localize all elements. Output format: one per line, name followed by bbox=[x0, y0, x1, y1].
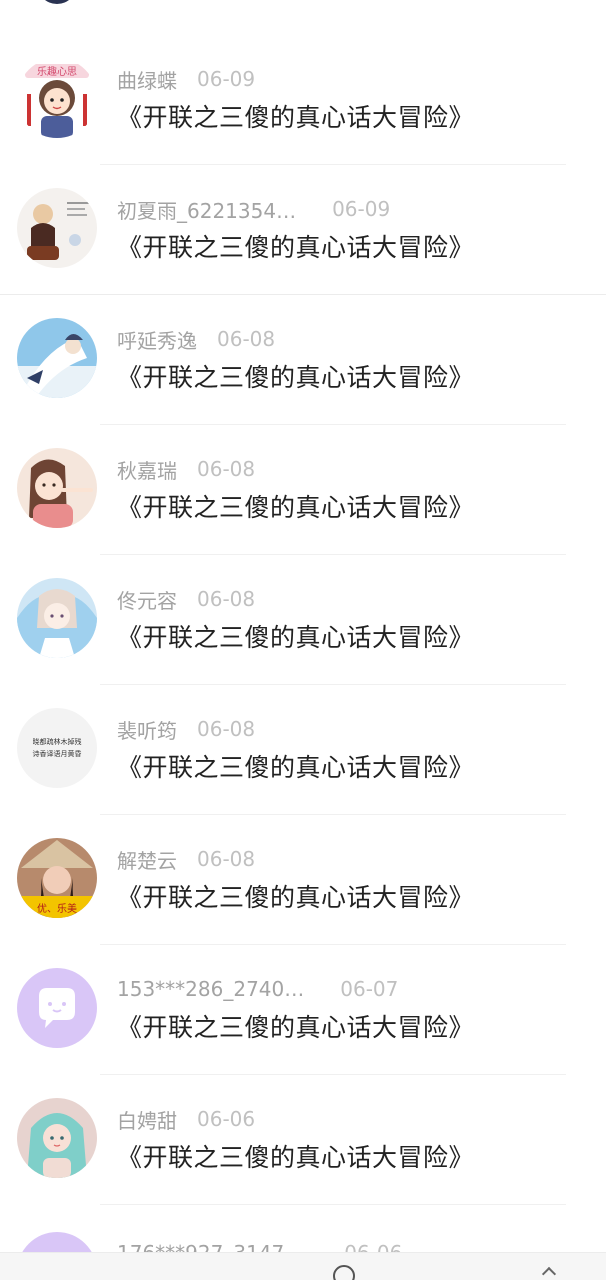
book-title: 《开联之三傻的真心话大冒险》 bbox=[117, 103, 475, 132]
item-meta: 佟元容 06-08 bbox=[117, 584, 255, 614]
post-date: 06-08 bbox=[197, 847, 256, 871]
list-item[interactable]: 153***286_2740… 06-07 《开联之三傻的真心话大冒险》 bbox=[0, 944, 606, 1074]
item-meta: 176***927_3147 06-06 bbox=[117, 1238, 402, 1252]
text-calligraphy-avatar[interactable]: 晓都疏林木掉残 诗香译语月黄昏 bbox=[17, 708, 97, 788]
chevron-up-icon[interactable] bbox=[541, 1266, 557, 1280]
divider bbox=[100, 944, 566, 945]
book-title: 《开联之三傻的真心话大冒险》 bbox=[117, 1143, 475, 1172]
item-meta: 曲绿蝶 06-09 bbox=[117, 64, 255, 94]
user-name: 佟元容 bbox=[117, 588, 177, 613]
photo-caption: 优、乐美 bbox=[37, 902, 77, 915]
user-name: 初夏雨_6221354… bbox=[117, 198, 297, 223]
anime-sky-avatar[interactable] bbox=[17, 318, 97, 398]
divider bbox=[0, 294, 606, 295]
bottom-toolbar bbox=[0, 1252, 606, 1280]
book-title: 《开联之三傻的真心话大冒险》 bbox=[117, 363, 475, 392]
post-date: 06-07 bbox=[340, 977, 399, 1001]
book-title: 《开联之三傻的真心话大冒险》 bbox=[117, 233, 475, 262]
user-name: 176***927_3147 bbox=[117, 1241, 284, 1252]
user-name: 解楚云 bbox=[117, 848, 177, 873]
list-item[interactable]: 佟元容 06-08 《开联之三傻的真心话大冒险》 bbox=[0, 554, 606, 684]
book-title: 《开联之三傻的真心话大冒险》 bbox=[117, 883, 475, 912]
list-item[interactable]: 秋嘉瑞 06-08 《开联之三傻的真心话大冒险》 bbox=[0, 424, 606, 554]
book-title: 《开联之三傻的真心话大冒险》 bbox=[117, 753, 475, 782]
item-meta: 初夏雨_6221354… 06-09 bbox=[117, 194, 390, 224]
post-date: 06-08 bbox=[197, 587, 256, 611]
divider bbox=[100, 164, 566, 165]
divider bbox=[100, 424, 566, 425]
list-item[interactable]: 白娉甜 06-06 《开联之三傻的真心话大冒险》 bbox=[0, 1074, 606, 1204]
item-meta: 153***286_2740… 06-07 bbox=[117, 974, 398, 1004]
user-name: 曲绿蝶 bbox=[117, 68, 177, 93]
post-date: 06-09 bbox=[332, 197, 391, 221]
cartoon-banner-text: 乐趣心思 bbox=[37, 65, 77, 78]
post-date: 06-08 bbox=[197, 717, 256, 741]
photo-girl-hat-avatar[interactable]: 优、乐美 bbox=[17, 838, 97, 918]
comment-list-screen: 乐趣心思 曲绿蝶 06-09 《开联之三傻的真心话大冒险》 初夏雨_622135… bbox=[0, 0, 606, 1280]
list-item[interactable]: 初夏雨_6221354… 06-09 《开联之三傻的真心话大冒险》 bbox=[0, 164, 606, 294]
previous-item-partial bbox=[0, 0, 606, 34]
item-meta: 秋嘉瑞 06-08 bbox=[117, 454, 255, 484]
user-name: 153***286_2740… bbox=[117, 977, 305, 1001]
divider bbox=[100, 1074, 566, 1075]
divider bbox=[100, 554, 566, 555]
list-item-partial[interactable]: 176***927_3147 06-06 bbox=[0, 1204, 606, 1252]
illustrated-girl-avatar[interactable] bbox=[17, 448, 97, 528]
green-hair-girl-avatar[interactable] bbox=[17, 1098, 97, 1178]
divider bbox=[100, 684, 566, 685]
monk-figurine-avatar[interactable] bbox=[17, 188, 97, 268]
book-title: 《开联之三傻的真心话大冒险》 bbox=[117, 1013, 475, 1042]
user-name: 呼延秀逸 bbox=[117, 328, 197, 353]
list-item[interactable]: 优、乐美 解楚云 06-08 《开联之三傻的真心话大冒险》 bbox=[0, 814, 606, 944]
user-name: 秋嘉瑞 bbox=[117, 458, 177, 483]
item-meta: 白娉甜 06-06 bbox=[117, 1104, 255, 1134]
user-name: 裴听筠 bbox=[117, 718, 177, 743]
anime-girl-blue-avatar[interactable] bbox=[17, 578, 97, 658]
divider bbox=[100, 1204, 566, 1205]
book-title: 《开联之三傻的真心话大冒险》 bbox=[117, 493, 475, 522]
post-date: 06-06 bbox=[197, 1107, 256, 1131]
item-meta: 呼延秀逸 06-08 bbox=[117, 324, 275, 354]
user-list: 乐趣心思 曲绿蝶 06-09 《开联之三傻的真心话大冒险》 初夏雨_622135… bbox=[0, 34, 606, 1204]
cartoon-girl-avatar[interactable]: 乐趣心思 bbox=[17, 58, 97, 138]
list-item[interactable]: 乐趣心思 曲绿蝶 06-09 《开联之三傻的真心话大冒险》 bbox=[0, 34, 606, 164]
calligraphy-line-1: 晓都疏林木掉残 bbox=[33, 737, 82, 746]
avatar bbox=[37, 0, 77, 4]
post-date: 06-08 bbox=[217, 327, 276, 351]
list-item[interactable]: 晓都疏林木掉残 诗香译语月黄昏 裴听筠 06-08 《开联之三傻的真心话大冒险》 bbox=[0, 684, 606, 814]
list-item[interactable]: 呼延秀逸 06-08 《开联之三傻的真心话大冒险》 bbox=[0, 294, 606, 424]
calligraphy-line-2: 诗香译语月黄昏 bbox=[33, 749, 82, 758]
item-meta: 裴听筠 06-08 bbox=[117, 714, 255, 744]
divider bbox=[100, 814, 566, 815]
default-purple-chat-avatar[interactable] bbox=[17, 968, 97, 1048]
item-meta: 解楚云 06-08 bbox=[117, 844, 255, 874]
user-name: 白娉甜 bbox=[117, 1108, 177, 1133]
post-date: 06-06 bbox=[344, 1241, 402, 1252]
post-date: 06-09 bbox=[197, 67, 256, 91]
book-title: 《开联之三傻的真心话大冒险》 bbox=[117, 623, 475, 652]
circle-icon[interactable] bbox=[333, 1265, 355, 1280]
post-date: 06-08 bbox=[197, 457, 256, 481]
